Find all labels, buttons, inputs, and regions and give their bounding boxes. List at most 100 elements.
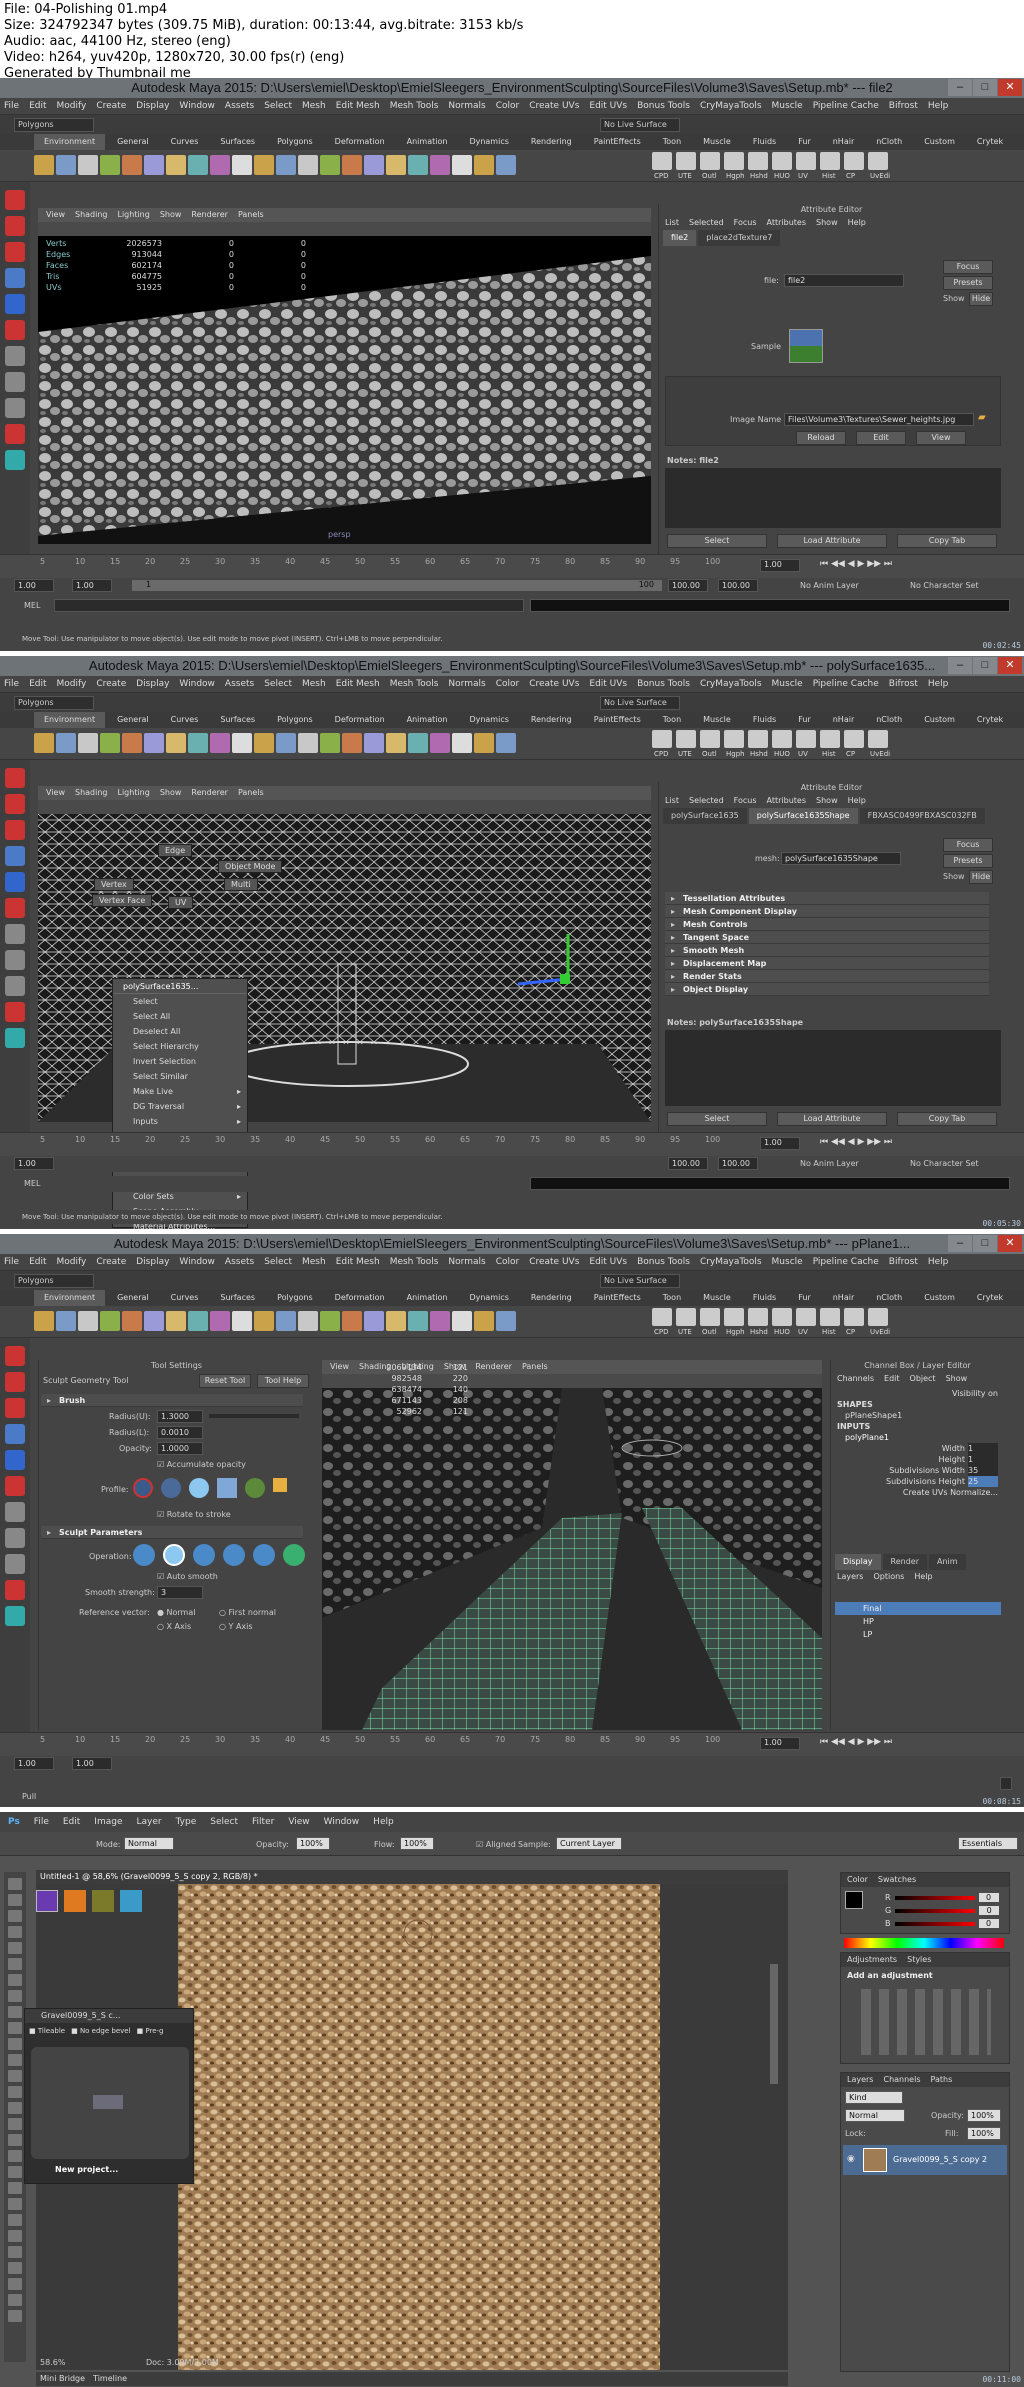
shelf-tool-icon[interactable] [430,155,450,175]
shelf-tab-custom[interactable]: Custom [914,1290,965,1306]
shelf-tab-curves[interactable]: Curves [161,134,209,150]
ae-menu-attributes[interactable]: Attributes [767,794,807,808]
shelf-button-icon[interactable] [868,1308,888,1326]
shelf-button-icon[interactable] [700,1308,720,1326]
shelf-tool-icon[interactable] [474,733,494,753]
shelf-button-cpd[interactable]: CPD [654,1328,669,1336]
minimize-button[interactable]: – [948,1235,972,1252]
select-button[interactable]: Select [667,534,767,548]
layer-opacity-field[interactable]: 100% [967,2109,1001,2122]
menu-file[interactable]: File [4,98,19,114]
menu-select[interactable]: Select [264,676,292,692]
section-render-stats[interactable]: Render Stats [665,970,989,983]
shelf-button-hgph[interactable]: Hgph [726,172,745,180]
shelf-button-icon[interactable] [724,730,744,748]
shelf-tool-icon[interactable] [122,1311,142,1331]
subdiv-height-value[interactable]: 25 [968,1476,998,1487]
time-slider[interactable]: 5 10 15 20 25 30 35 40 45 50 55 60 65 70 75 80 85 90 95 100… [0,1732,1024,1756]
shelf-button-hist[interactable]: Hist [822,172,836,180]
height-value[interactable]: 1 [968,1454,998,1465]
menu-muscle[interactable]: Muscle [772,676,803,692]
menu-edit-mesh[interactable]: Edit Mesh [336,98,380,114]
ps-tool-icon[interactable] [8,2278,22,2290]
tool-icon[interactable] [5,872,25,892]
ps-tool-icon[interactable] [8,2262,22,2274]
load-attribute-button[interactable]: Load Attribute [777,534,887,548]
anim-start-field[interactable]: 1.00 [72,1757,112,1770]
shelf-tab-gozbrush[interactable]: GoZBrush [1015,712,1024,728]
app-icon-orange[interactable] [64,1890,86,1912]
shelf-button-ute[interactable]: UTE [678,1328,692,1336]
color-spectrum[interactable] [844,1938,1004,1948]
shelf-tool-icon[interactable] [166,155,186,175]
shelf-button-icon[interactable] [772,152,792,170]
hide-button[interactable]: Hide [969,292,993,306]
ae-menu-focus[interactable]: Focus [734,216,757,230]
marking-menu-vertex[interactable]: Vertex [94,878,134,891]
smooth-op-icon[interactable] [193,1544,215,1566]
shelf-tab-general[interactable]: General [107,712,159,728]
shelf-tab-fur[interactable]: Fur [788,1290,821,1306]
shelf-button-outl[interactable]: Outl [702,172,717,180]
shelf-tab-polygons[interactable]: Polygons [267,712,323,728]
menu-assets[interactable]: Assets [225,676,254,692]
shelf-button-cp[interactable]: CP [846,1328,855,1336]
rgb-value[interactable]: 0 [979,1906,1000,1915]
shelf-tool-icon[interactable] [452,1311,472,1331]
shelf-button-icon[interactable] [700,730,720,748]
opacity-field[interactable]: 1.0000 [157,1442,203,1455]
gravel-canvas[interactable] [178,1884,660,2370]
shelf-tool-icon[interactable] [408,1311,428,1331]
shelf-tool-icon[interactable] [232,733,252,753]
shelf-tool-icon[interactable] [254,733,274,753]
section-mesh-controls[interactable]: Mesh Controls [665,918,989,931]
aligned-checkbox[interactable]: ☑ Aligned [476,1840,516,1849]
shelf-tab-crytek[interactable]: Crytek [967,1290,1013,1306]
shelf-button-icon[interactable] [748,1308,768,1326]
mel-input[interactable] [54,599,524,612]
ae-menu-selected[interactable]: Selected [689,216,724,230]
tool-icon[interactable] [5,190,25,210]
anim-start-field[interactable]: 1.00 [72,579,112,592]
shelf-button-cp[interactable]: CP [846,750,855,758]
ae-menu-list[interactable]: List [665,216,679,230]
shelf-button-icon[interactable] [652,1308,672,1326]
shelf-tool-icon[interactable] [474,155,494,175]
channel-menu-show[interactable]: Show [946,1372,968,1386]
shelf-tool-icon[interactable] [452,155,472,175]
menu-bonus-tools[interactable]: Bonus Tools [637,676,690,692]
time-slider[interactable]: 5 10 15 20 25 30 35 40 45 50 55 60 65 70 75 80 85 90 95 100… [0,554,1024,578]
shelf-tool-icon[interactable] [452,733,472,753]
context-menu-item-inputs[interactable]: Inputs [123,1114,247,1129]
shelf-tab-gozbrush[interactable]: GoZBrush [1015,134,1024,150]
shelf-tool-icon[interactable] [56,733,76,753]
shape-name[interactable]: pPlaneShape1 [837,1410,998,1421]
ae-menu-focus[interactable]: Focus [734,794,757,808]
menu-edit[interactable]: Edit [29,676,46,692]
ps-tool-icon[interactable] [8,2038,22,2050]
shelf-tab-surfaces[interactable]: Surfaces [210,1290,265,1306]
menu-help[interactable]: Help [928,98,949,114]
tool-icon[interactable] [5,1606,25,1626]
shelf-tool-icon[interactable] [144,155,164,175]
character-set-label[interactable]: No Character Set [910,581,979,590]
focus-button[interactable]: Focus [943,260,993,274]
shelf-tab-polygons[interactable]: Polygons [267,134,323,150]
tool-icon[interactable] [5,450,25,470]
menu-file[interactable]: File [4,1254,19,1270]
shelf-button-icon[interactable] [676,1308,696,1326]
shelf-tab-general[interactable]: General [107,1290,159,1306]
shelf-tool-icon[interactable] [56,1311,76,1331]
ps-tool-icon[interactable] [8,1990,22,2002]
playback-controls[interactable]: ⏮ ◀◀ ◀ ▶ ▶▶ ⏭ [820,1737,892,1747]
time-slider[interactable]: 5 10 15 20 25 30 35 40 45 50 55 60 65 70 75 80 85 90 95 100… [0,1132,1024,1156]
shelf-button-icon[interactable] [700,152,720,170]
profile-gaussian-icon[interactable] [133,1478,153,1498]
shelf-button-icon[interactable] [724,152,744,170]
ps-tool-icon[interactable] [8,1942,22,1954]
shelf-button-hgph[interactable]: Hgph [726,1328,745,1336]
notes-field[interactable] [665,1030,1001,1106]
accumulate-opacity-checkbox[interactable]: ☑ Accumulate opacity [157,1460,246,1469]
playback-controls[interactable]: ⏮ ◀◀ ◀ ▶ ▶▶ ⏭ [820,1137,892,1147]
shelf-tool-icon[interactable] [188,155,208,175]
